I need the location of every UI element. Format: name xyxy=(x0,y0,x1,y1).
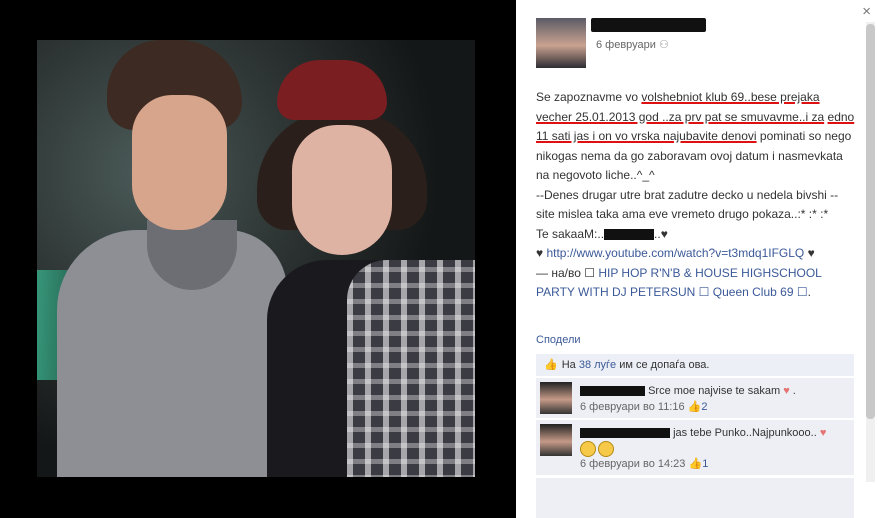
location-prefix: — на/во ☐ xyxy=(536,265,599,280)
heart-icon: ♥ xyxy=(804,246,815,260)
commenter-name-redacted[interactable] xyxy=(580,428,670,439)
likes-text: им се допаѓа ова. xyxy=(616,359,710,371)
post-line: — на/во ☐ HIP HOP R'N'B & HOUSE HIGHSCHO… xyxy=(536,264,856,303)
post-text-segment: . xyxy=(807,285,811,299)
post-line: ♥ http://www.youtube.com/watch?v=t3mdq1I… xyxy=(536,244,856,264)
redacted-name xyxy=(604,228,655,240)
smile-emoji-icon xyxy=(598,441,614,458)
commenter-name-redacted[interactable] xyxy=(580,386,645,397)
like-icon: 👍 xyxy=(544,359,558,371)
like-icon[interactable]: 👍 xyxy=(688,458,702,470)
comment-meta: 6 февруари во 11:16 👍2 xyxy=(580,400,708,413)
post-text-underlined: volshebniot klub 69..bese prejaka xyxy=(641,90,820,104)
comment-time[interactable]: 6 февруари во 11:16 xyxy=(580,401,685,413)
scrollbar-thumb[interactable] xyxy=(866,24,875,419)
comment-text: Srce moe najvise te sakam ♥ . xyxy=(580,383,850,399)
post-text-segment: Te sakaaM:.. xyxy=(536,226,605,241)
comment-like-count[interactable]: 1 xyxy=(702,458,708,470)
comment-body: Srce moe najvise te sakam xyxy=(648,385,781,397)
girl-face xyxy=(292,125,392,255)
post-text-segment: Se zapoznavme vo xyxy=(536,90,642,104)
post-text-segment: ..♥ xyxy=(654,226,668,241)
comment: Srce moe najvise te sakam ♥ . 6 февруари… xyxy=(536,378,854,418)
youtube-link[interactable]: http://www.youtube.com/watch?v=t3mdq1IFG… xyxy=(546,246,804,260)
friends-icon[interactable]: ⚇ xyxy=(659,39,669,51)
author-name-redacted xyxy=(591,18,706,32)
comment-like-count[interactable]: 2 xyxy=(701,401,707,413)
close-icon[interactable]: × xyxy=(862,3,871,20)
heart-icon: ♥ xyxy=(536,246,547,260)
commenter-avatar[interactable] xyxy=(540,424,572,456)
comment: jas tebe Punko..Najpunkooo.. ♥ 6 февруар… xyxy=(536,420,854,475)
post-text: Se zapoznavme vo volshebniot klub 69..be… xyxy=(536,88,856,186)
heart-emoji: ♥ xyxy=(819,427,827,439)
post-line: Te sakaaM:.. ..♥ xyxy=(536,225,856,245)
comment-meta: 6 февруари во 14:23 👍1 xyxy=(580,457,708,470)
post-body: Se zapoznavme vo volshebniot klub 69..be… xyxy=(536,88,856,303)
post-line: site mislea taka ama eve vremeto drugo p… xyxy=(536,207,829,221)
likes-count-link[interactable]: 38 луѓе xyxy=(579,359,616,371)
author-avatar[interactable] xyxy=(536,18,586,68)
commenter-avatar[interactable] xyxy=(540,382,572,414)
post-line: --Denes drugar utre brat zadutre decko u… xyxy=(536,187,839,202)
heart-emoji: ♥ xyxy=(783,385,790,397)
smile-emoji-icon xyxy=(580,441,596,458)
post-text-underlined: vecher 25.01.2013 god ..za prv pat se sm… xyxy=(536,109,825,124)
plaid-shirt xyxy=(347,260,475,477)
comment-text: jas tebe Punko..Najpunkooo.. ♥ xyxy=(580,425,850,458)
photo-viewer-stage xyxy=(0,0,515,518)
post-date: 6 февруари ⚇ xyxy=(596,38,669,51)
comment-body: jas tebe Punko..Najpunkooo.. xyxy=(673,427,817,439)
comment-partial xyxy=(536,478,854,518)
share-link[interactable]: Сподели xyxy=(536,334,581,346)
comment-time[interactable]: 6 февруари во 14:23 xyxy=(580,458,685,470)
post-date-text[interactable]: 6 февруари xyxy=(596,39,656,51)
girl-hair-bun xyxy=(277,60,387,120)
likes-text: На xyxy=(561,359,579,371)
boy-face xyxy=(132,95,227,230)
likes-bar: 👍 На 38 луѓе им се допаѓа ова. xyxy=(536,354,854,376)
post-side-panel: × 6 февруари ⚇ Se zapoznavme vo volshebn… xyxy=(516,0,877,518)
like-icon[interactable]: 👍 xyxy=(688,401,702,413)
photo[interactable] xyxy=(37,40,475,477)
